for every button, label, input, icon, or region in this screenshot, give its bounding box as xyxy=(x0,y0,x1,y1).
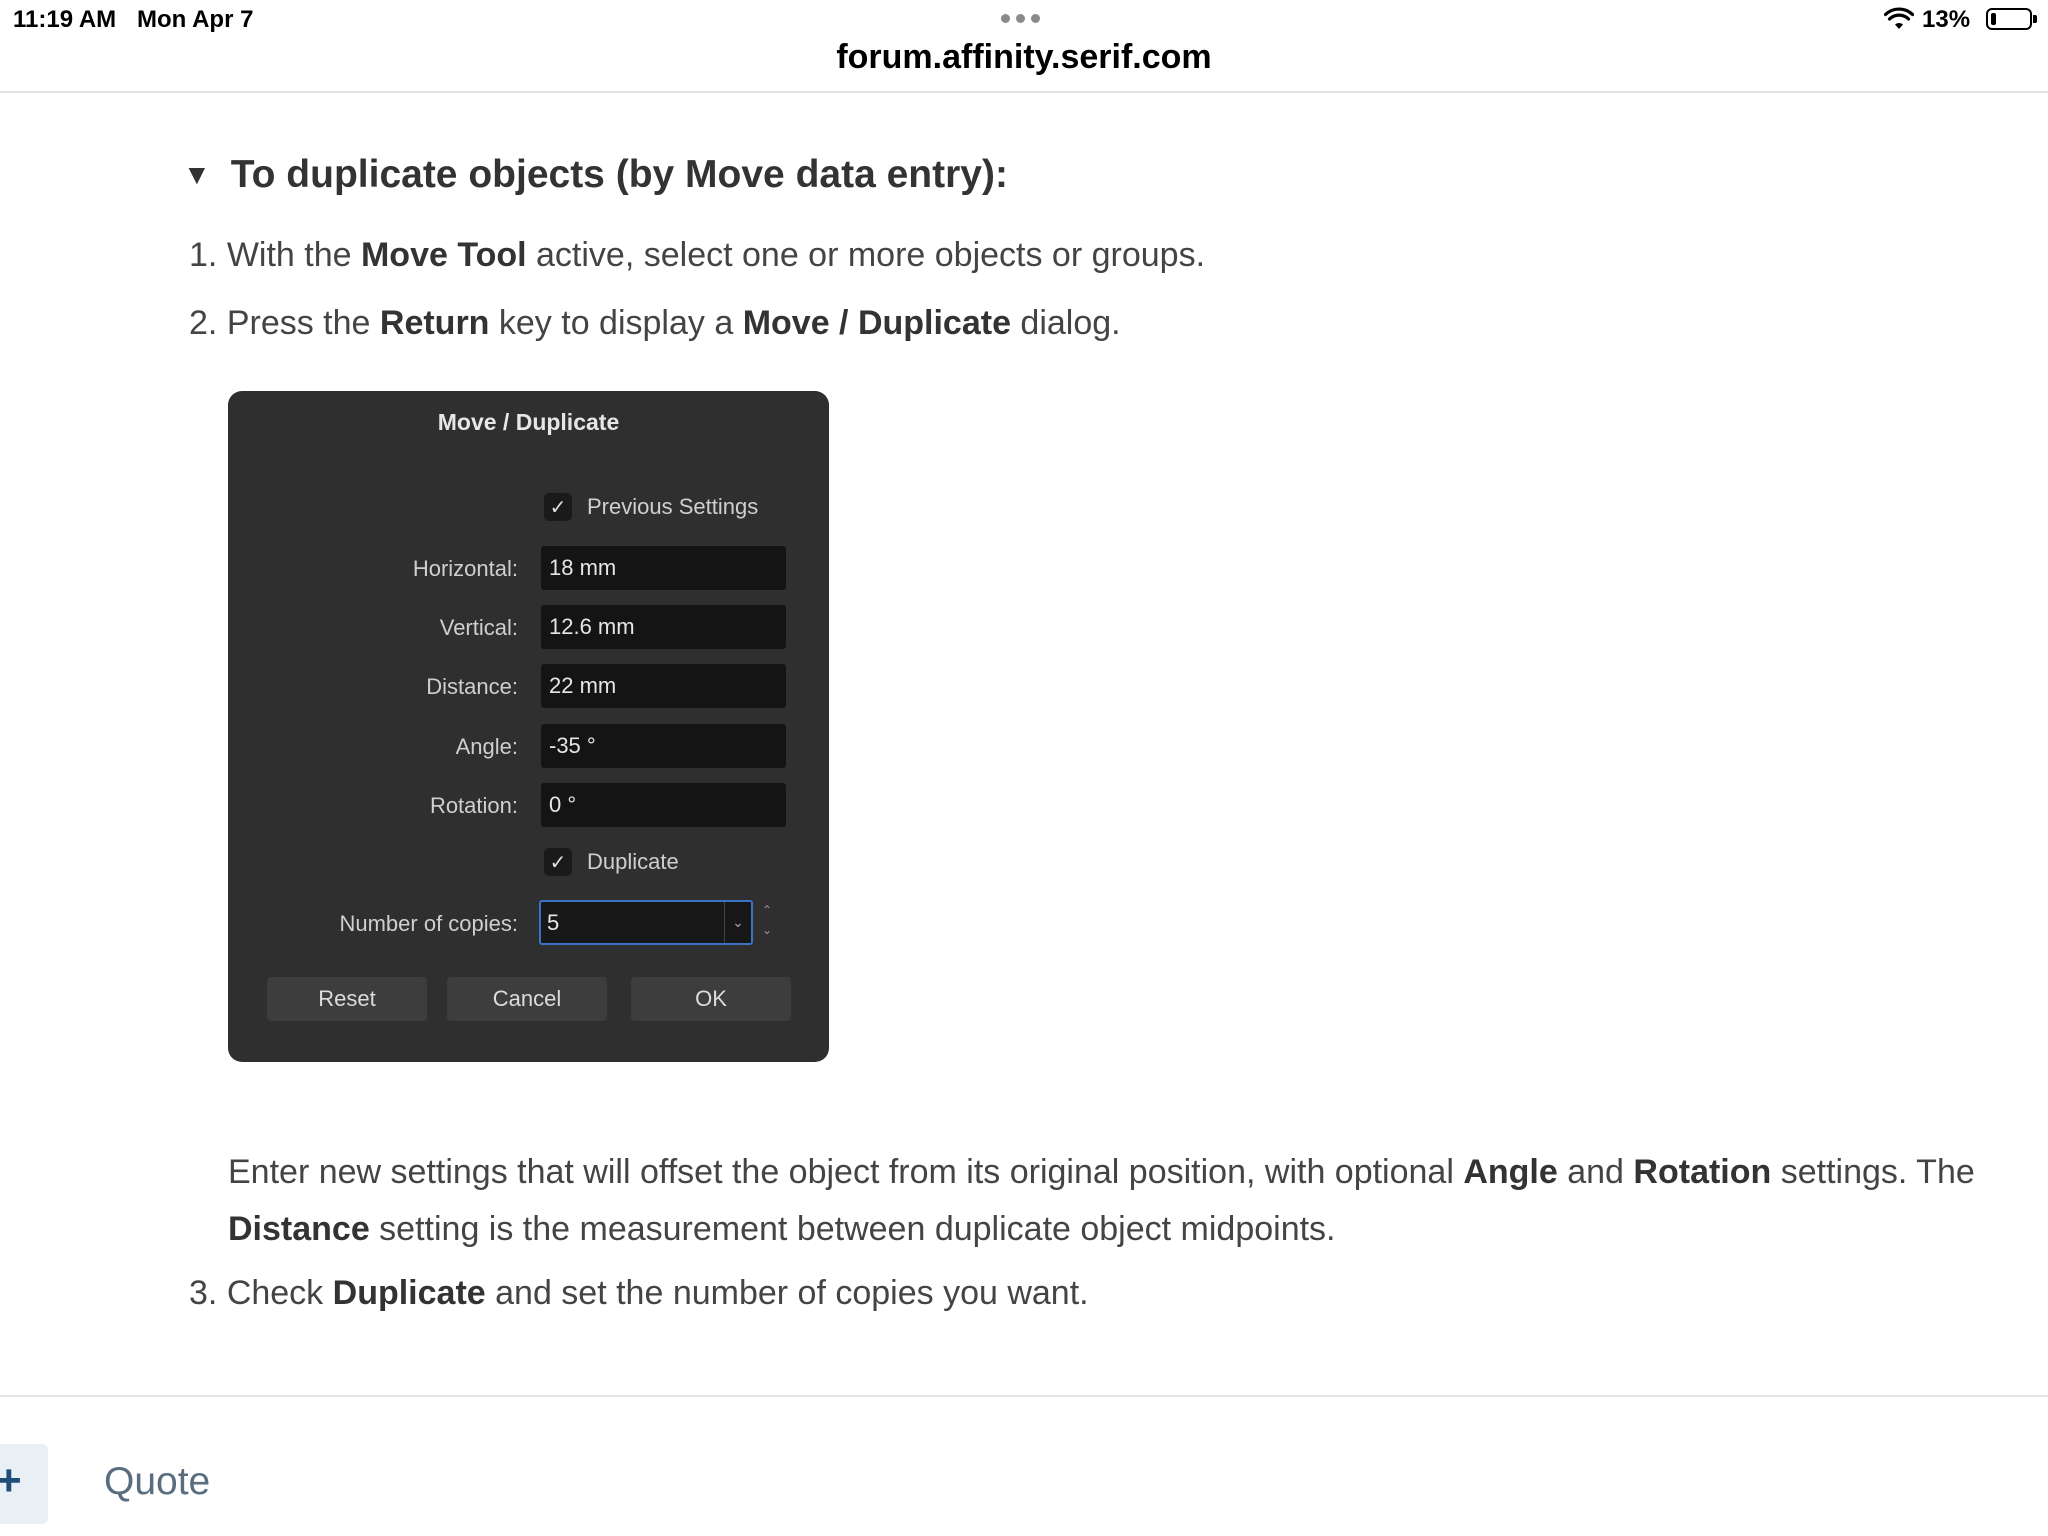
copies-input[interactable]: 5 ⌄ xyxy=(539,900,753,945)
para-bold: Angle xyxy=(1463,1153,1558,1191)
step-bold: Duplicate xyxy=(332,1274,486,1312)
para-text: and xyxy=(1557,1153,1634,1191)
list-item: 2. Press the Return key to display a Mov… xyxy=(189,304,1121,343)
para-text: Enter new settings that will offset the … xyxy=(228,1153,1464,1191)
angle-field[interactable]: -35 ° xyxy=(541,724,786,768)
list-item: 1. With the Move Tool active, select one… xyxy=(189,236,1205,275)
wifi-icon xyxy=(1884,7,1914,29)
disclosure-triangle-icon[interactable]: ▼ xyxy=(183,159,211,191)
url-text[interactable]: forum.affinity.serif.com xyxy=(0,38,2048,77)
duplicate-label: Duplicate xyxy=(587,849,679,874)
horizontal-field[interactable]: 18 mm xyxy=(541,546,786,590)
previous-settings-label: Previous Settings xyxy=(587,494,759,519)
step-text: Check xyxy=(226,1274,333,1312)
step-bold: Move / Duplicate xyxy=(742,304,1011,342)
step-text: and set the number of copies you want. xyxy=(485,1274,1089,1312)
battery-icon xyxy=(1986,8,2037,30)
horizontal-label: Horizontal: xyxy=(412,556,518,581)
step-bold: Return xyxy=(379,304,490,342)
para-text: setting is the measurement between dupli… xyxy=(369,1210,1336,1248)
heading-text: To duplicate objects (by Move data entry… xyxy=(230,153,1008,196)
multitasking-dots-icon[interactable] xyxy=(1001,14,1040,23)
step-number: 1. xyxy=(189,236,218,274)
plus-icon: + xyxy=(0,1456,22,1505)
dialog-title: Move / Duplicate xyxy=(437,409,620,435)
status-date: Mon Apr 7 xyxy=(137,6,254,33)
multiquote-button[interactable]: + xyxy=(0,1444,48,1524)
step-text: Press the xyxy=(226,304,380,342)
vertical-label: Vertical: xyxy=(439,615,518,640)
list-item: 3. Check Duplicate and set the number of… xyxy=(189,1274,1089,1313)
copies-value: 5 xyxy=(547,910,560,935)
quote-button[interactable]: Quote xyxy=(104,1460,210,1504)
step-number: 2. xyxy=(189,304,218,342)
description-paragraph: Enter new settings that will offset the … xyxy=(228,1144,2048,1258)
reset-button[interactable]: Reset xyxy=(267,977,427,1021)
divider xyxy=(0,91,2048,93)
battery-percentage: 13% xyxy=(1922,6,1971,33)
address-bar[interactable]: forum.affinity.serif.com xyxy=(0,36,2048,92)
step-bold: Move Tool xyxy=(360,236,527,274)
copies-label: Number of copies: xyxy=(339,911,518,936)
para-bold: Distance xyxy=(228,1210,370,1248)
rotation-label: Rotation: xyxy=(429,793,518,818)
distance-label: Distance: xyxy=(426,674,518,699)
chevron-down-icon[interactable]: ⌄ xyxy=(724,902,751,943)
distance-field[interactable]: 22 mm xyxy=(541,664,786,708)
cancel-button[interactable]: Cancel xyxy=(447,977,607,1021)
status-time: 11:19 AM xyxy=(13,6,117,33)
angle-label: Angle: xyxy=(455,734,518,759)
move-duplicate-dialog: Move / Duplicate ✓ Previous Settings Hor… xyxy=(228,391,829,1062)
vertical-field[interactable]: 12.6 mm xyxy=(541,605,786,649)
stepper-icon[interactable]: ⌃ ⌄ xyxy=(759,900,775,945)
ok-button[interactable]: OK xyxy=(631,977,791,1021)
step-text: key to display a xyxy=(489,304,743,342)
para-bold: Rotation xyxy=(1633,1153,1772,1191)
rotation-field[interactable]: 0 ° xyxy=(541,783,786,827)
status-bar: 11:19 AM Mon Apr 7 13% xyxy=(0,0,2048,40)
step-number: 3. xyxy=(189,1274,218,1312)
divider xyxy=(0,1395,2048,1397)
checkmark-icon[interactable]: ✓ xyxy=(544,848,572,876)
para-text: settings. The xyxy=(1771,1153,1975,1191)
previous-settings-checkbox-row[interactable]: ✓ Previous Settings xyxy=(544,493,758,521)
step-text: With the xyxy=(226,236,361,274)
checkmark-icon[interactable]: ✓ xyxy=(544,493,572,521)
step-text: active, select one or more objects or gr… xyxy=(526,236,1206,274)
section-heading[interactable]: ▼ To duplicate objects (by Move data ent… xyxy=(183,153,1008,197)
duplicate-checkbox-row[interactable]: ✓ Duplicate xyxy=(544,848,679,876)
step-text: dialog. xyxy=(1010,304,1121,342)
